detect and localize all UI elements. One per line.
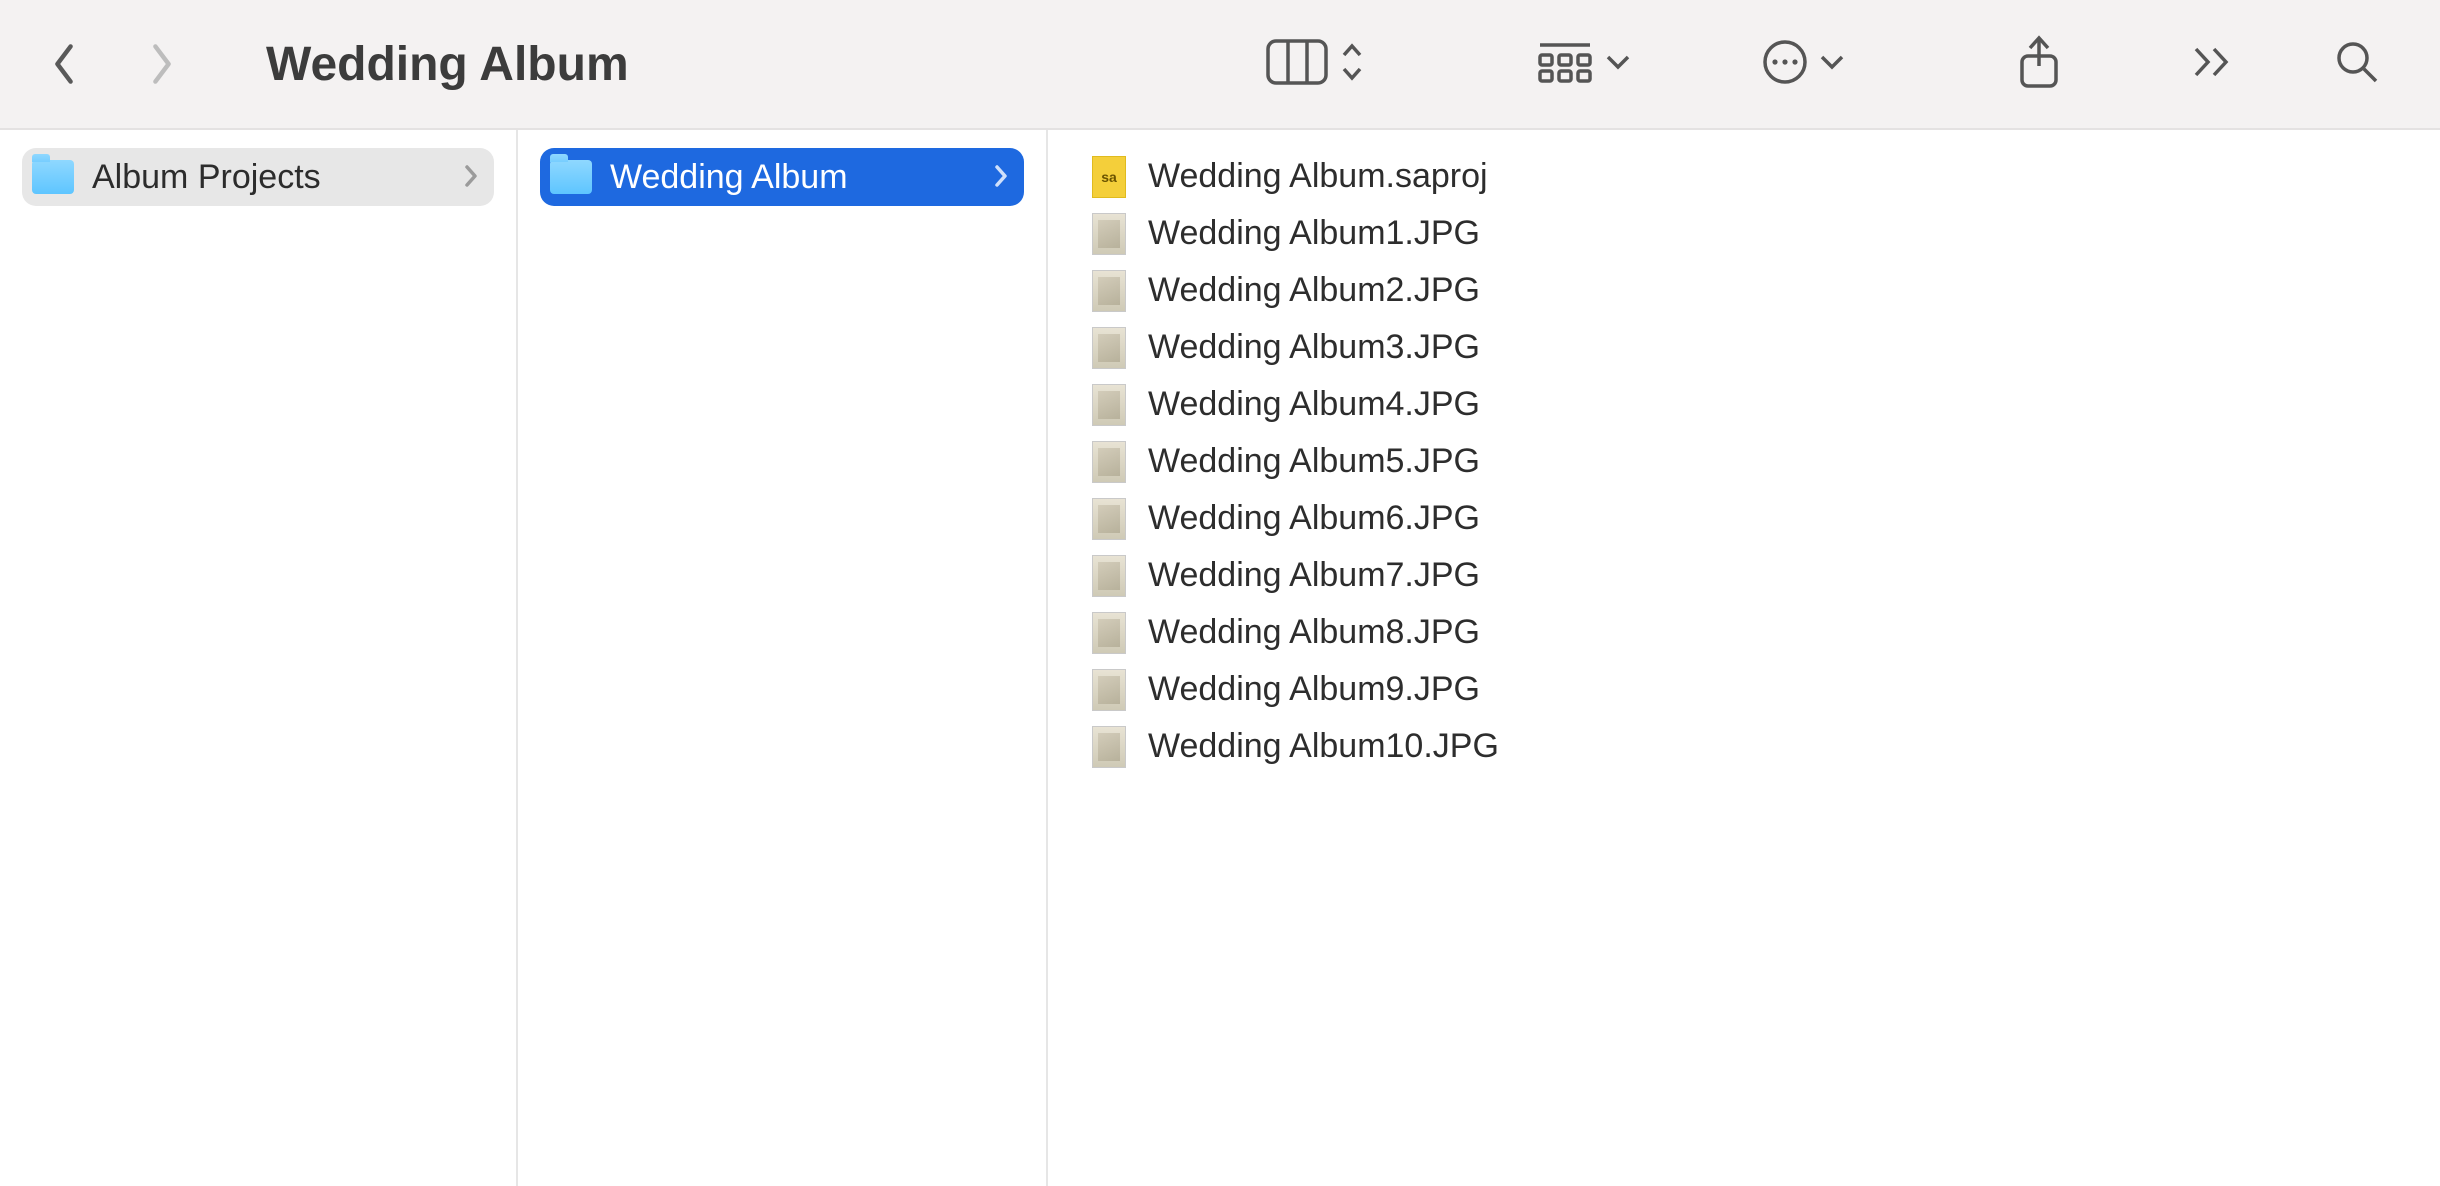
share-icon xyxy=(2016,34,2062,95)
folder-label: Wedding Album xyxy=(610,158,976,197)
file-icon-jpg xyxy=(1092,384,1126,426)
file-icon-jpg xyxy=(1092,669,1126,711)
file-item[interactable]: Wedding Album8.JPG xyxy=(1088,604,2418,661)
file-icon-saproj: sa xyxy=(1092,156,1126,198)
folder-item-wedding-album[interactable]: Wedding Album xyxy=(540,148,1024,206)
search-button[interactable] xyxy=(2334,39,2380,90)
file-label: Wedding Album6.JPG xyxy=(1148,499,1480,538)
file-item[interactable]: Wedding Album2.JPG xyxy=(1088,262,2418,319)
file-item[interactable]: Wedding Album3.JPG xyxy=(1088,319,2418,376)
action-menu-button[interactable] xyxy=(1762,39,1846,90)
search-icon xyxy=(2334,39,2380,90)
file-item[interactable]: Wedding Album4.JPG xyxy=(1088,376,2418,433)
file-item[interactable]: Wedding Album6.JPG xyxy=(1088,490,2418,547)
toolbar: Wedding Album xyxy=(0,0,2440,130)
chevron-down-icon xyxy=(1604,52,1632,77)
column-3: sa Wedding Album.saproj Wedding Album1.J… xyxy=(1048,130,2440,1186)
group-by-button[interactable] xyxy=(1536,39,1632,90)
column-1: Album Projects xyxy=(0,130,518,1186)
file-label: Wedding Album4.JPG xyxy=(1148,385,1480,424)
file-label: Wedding Album2.JPG xyxy=(1148,271,1480,310)
chevron-down-icon xyxy=(1818,52,1846,77)
folder-icon xyxy=(550,160,592,194)
folder-item-album-projects[interactable]: Album Projects xyxy=(22,148,494,206)
forward-button[interactable] xyxy=(138,40,186,88)
file-label: Wedding Album3.JPG xyxy=(1148,328,1480,367)
back-button[interactable] xyxy=(40,40,88,88)
file-label: Wedding Album8.JPG xyxy=(1148,613,1480,652)
file-item[interactable]: sa Wedding Album.saproj xyxy=(1088,148,2418,205)
overflow-button[interactable] xyxy=(2192,45,2234,84)
file-item[interactable]: Wedding Album1.JPG xyxy=(1088,205,2418,262)
file-label: Wedding Album10.JPG xyxy=(1148,727,1499,766)
file-item[interactable]: Wedding Album5.JPG xyxy=(1088,433,2418,490)
view-mode-button[interactable] xyxy=(1266,39,1366,90)
file-icon-jpg xyxy=(1092,327,1126,369)
file-icon-jpg xyxy=(1092,555,1126,597)
chevron-right-icon xyxy=(994,158,1008,197)
window-title: Wedding Album xyxy=(266,37,629,92)
grid-options-icon xyxy=(1536,39,1594,90)
file-label: Wedding Album9.JPG xyxy=(1148,670,1480,709)
file-icon-jpg xyxy=(1092,213,1126,255)
chevron-right-icon xyxy=(464,158,478,197)
file-item[interactable]: Wedding Album10.JPG xyxy=(1088,718,2418,775)
column-browser: Album Projects Wedding Album sa Wedding … xyxy=(0,130,2440,1186)
file-icon-jpg xyxy=(1092,726,1126,768)
share-button[interactable] xyxy=(2016,34,2062,95)
folder-label: Album Projects xyxy=(92,158,446,197)
file-label: Wedding Album5.JPG xyxy=(1148,442,1480,481)
double-chevron-icon xyxy=(2192,45,2234,84)
file-label: Wedding Album.saproj xyxy=(1148,157,1488,196)
up-down-icon xyxy=(1338,41,1366,88)
file-icon-jpg xyxy=(1092,441,1126,483)
file-label: Wedding Album7.JPG xyxy=(1148,556,1480,595)
more-icon xyxy=(1762,39,1808,90)
file-icon-jpg xyxy=(1092,612,1126,654)
file-icon-jpg xyxy=(1092,498,1126,540)
column-2: Wedding Album xyxy=(518,130,1048,1186)
file-item[interactable]: Wedding Album9.JPG xyxy=(1088,661,2418,718)
columns-icon xyxy=(1266,39,1328,90)
file-item[interactable]: Wedding Album7.JPG xyxy=(1088,547,2418,604)
file-label: Wedding Album1.JPG xyxy=(1148,214,1480,253)
file-icon-jpg xyxy=(1092,270,1126,312)
folder-icon xyxy=(32,160,74,194)
